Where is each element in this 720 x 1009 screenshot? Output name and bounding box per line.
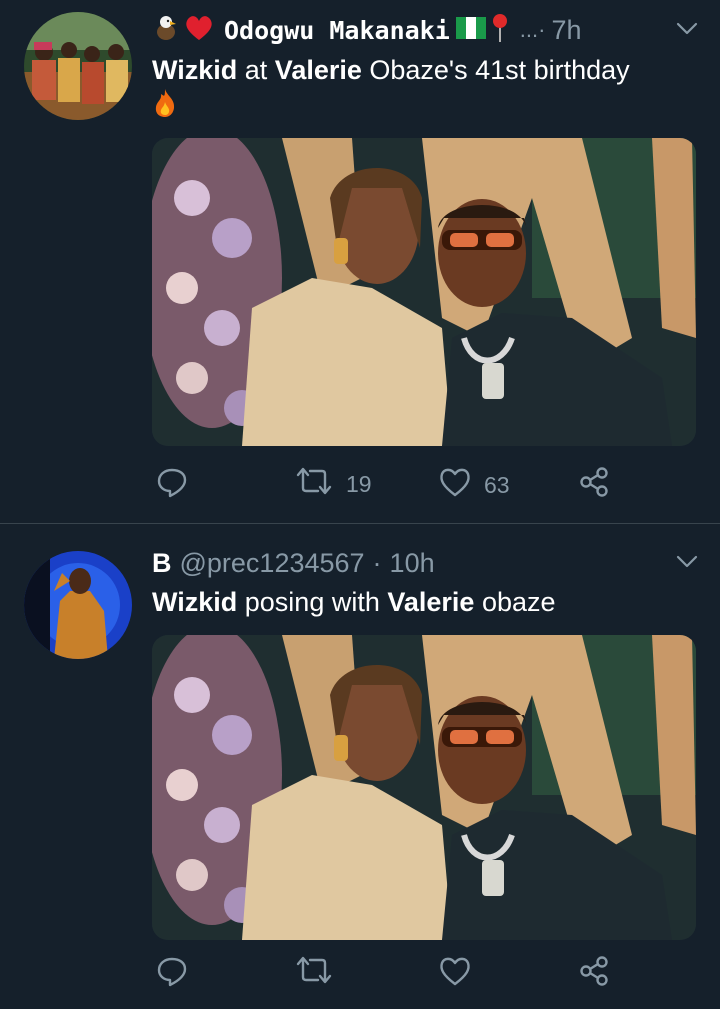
separator: · — [372, 547, 382, 578]
user-handle[interactable]: @prec1234567 — [180, 548, 365, 579]
display-name[interactable]: B — [152, 548, 172, 579]
tweet-header: Odogwu Makanaki ...· 7h — [152, 10, 700, 50]
fire-emoji — [152, 88, 178, 127]
reply-button[interactable] — [156, 466, 200, 504]
tweet[interactable]: B @prec1234567 · 10h Wizkid posing with … — [0, 525, 720, 1009]
heart-icon — [438, 466, 472, 504]
share-button[interactable] — [578, 955, 610, 993]
mention-text: Wizkid — [152, 55, 238, 85]
timestamp[interactable]: 10h — [390, 548, 435, 579]
reply-icon — [156, 955, 188, 993]
reply-button[interactable] — [156, 955, 200, 993]
tweet[interactable]: Odogwu Makanaki ...· 7h Wizkid at Valeri… — [0, 0, 720, 524]
like-count: 63 — [484, 471, 510, 498]
tweet-actions — [152, 955, 622, 995]
text-segment: obaze — [474, 587, 556, 617]
reply-icon — [156, 466, 188, 504]
avatar[interactable] — [24, 12, 132, 120]
tweet-photo[interactable] — [152, 138, 696, 446]
avatar-image — [24, 12, 132, 120]
chevron-down-icon[interactable] — [674, 548, 700, 579]
retweet-icon — [294, 955, 334, 991]
mention-text: Wizkid — [152, 587, 238, 617]
nigeria-flag-emoji — [455, 16, 486, 44]
tweet-header: B @prec1234567 · 10h — [152, 543, 700, 583]
separator: ...· — [519, 17, 546, 42]
photo-image — [152, 635, 696, 940]
red-heart-emoji — [184, 14, 214, 47]
display-name[interactable]: Odogwu Makanaki — [224, 16, 450, 45]
tweet-text: Wizkid at Valerie Obaze's 41st birthday — [152, 52, 696, 127]
timestamp[interactable]: 7h — [551, 15, 581, 46]
text-segment: Obaze's 41st birthday — [361, 55, 630, 85]
text-segment: at — [237, 55, 275, 85]
retweet-count: 19 — [346, 470, 372, 497]
share-button[interactable] — [578, 466, 610, 504]
mention-text: Valerie — [274, 55, 362, 85]
retweet-icon — [294, 466, 334, 502]
tweet-text: Wizkid posing with Valerie obaze — [152, 584, 696, 620]
avatar-image — [24, 551, 132, 659]
like-button[interactable]: 63 — [438, 466, 510, 504]
avatar[interactable] — [24, 551, 132, 659]
share-icon — [578, 955, 610, 993]
chevron-down-icon[interactable] — [674, 15, 700, 46]
like-button[interactable] — [438, 955, 484, 993]
round-pushpin-emoji — [490, 13, 510, 48]
retweet-button[interactable] — [294, 955, 346, 991]
heart-icon — [438, 955, 472, 993]
mention-text: Valerie — [387, 587, 475, 617]
tweet-actions: 19 63 — [152, 466, 622, 506]
photo-image — [152, 138, 696, 446]
retweet-button[interactable]: 19 — [294, 466, 372, 502]
eagle-emoji — [152, 14, 180, 47]
text-segment: posing with — [237, 587, 388, 617]
share-icon — [578, 466, 610, 504]
tweet-photo[interactable] — [152, 635, 696, 940]
